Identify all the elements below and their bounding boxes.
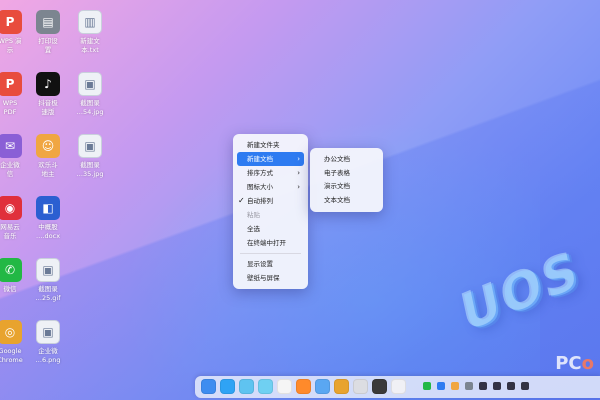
desktop-context-menu: 新建文件夹新建文档 › 排序方式 › 图标大小 › ✓ 自动排列粘贴全选在终端中打开 显示设置壁… xyxy=(233,134,308,289)
context-menu-item-label: 自动排列 xyxy=(247,197,273,205)
screenshot-image-1-icon: ▣ xyxy=(78,72,102,96)
checkmark-icon: ✓ xyxy=(238,196,245,205)
context-menu-item-label: 全选 xyxy=(247,225,260,233)
context-menu-item-label: 壁纸与屏保 xyxy=(247,274,280,282)
submenu-item-label: 办公文档 xyxy=(324,155,350,163)
browser-icon[interactable] xyxy=(220,379,235,394)
game-character-icon: ☺ xyxy=(36,134,60,158)
print-settings-icon: ▤ xyxy=(36,10,60,34)
screenshot-dock-icon[interactable] xyxy=(391,379,406,394)
photo-viewer-icon[interactable] xyxy=(239,379,254,394)
desktop-icon-screenshot-2[interactable]: ▣ 截图录 …35.jpg xyxy=(58,134,122,179)
tray-wifi-icon[interactable] xyxy=(479,382,487,390)
enterprise-wechat-image-icon: ▣ xyxy=(36,320,60,344)
context-menu-item-label: 新建文档 xyxy=(247,155,273,163)
desktop-icon-label: 中概股 ….docx xyxy=(35,223,61,240)
music-player-icon[interactable] xyxy=(258,379,273,394)
context-menu-item-label: 新建文件夹 xyxy=(247,141,280,149)
submenu-item[interactable]: 办公文档 xyxy=(314,153,379,167)
chevron-right-icon: › xyxy=(297,155,300,163)
control-center-icon[interactable] xyxy=(315,379,330,394)
submenu-item-label: 文本文档 xyxy=(324,195,350,204)
tray-gray-icon[interactable] xyxy=(465,382,473,390)
file-manager-icon[interactable] xyxy=(201,379,216,394)
desktop-icon-label: 截图录 …35.jpg xyxy=(76,161,104,178)
desktop-icon-label: 截图录 …25.gif xyxy=(35,285,61,302)
screenshot-image-2-icon: ▣ xyxy=(78,134,102,158)
context-menu-item-label: 显示设置 xyxy=(247,260,273,268)
context-menu-item[interactable]: 在终端中打开 xyxy=(237,236,304,250)
chevron-right-icon: › xyxy=(297,169,300,177)
desktop-icon-label: 新建文 本.txt xyxy=(80,37,100,54)
context-menu-item-label: 粘贴 xyxy=(247,211,260,219)
desktop-icon-screenshot-1[interactable]: ▣ 截图录 …54.jpg xyxy=(58,72,122,117)
context-menu-item[interactable]: 排序方式 › xyxy=(237,166,304,180)
context-menu-item[interactable]: 新建文件夹 xyxy=(237,138,304,152)
context-menu-item-label: 排序方式 xyxy=(247,169,273,177)
context-menu-item[interactable]: ✓ 自动排列 xyxy=(237,194,304,208)
tray-battery-icon[interactable] xyxy=(493,382,501,390)
submenu-item[interactable]: 文本文档 xyxy=(314,194,379,208)
new-document-submenu: 办公文档电子表格演示文档文本文档 xyxy=(310,148,383,212)
printer-dock-icon[interactable] xyxy=(353,379,368,394)
office-doc-icon: ◧ xyxy=(36,196,60,220)
chevron-right-icon: › xyxy=(297,183,300,191)
context-menu-item[interactable]: 显示设置 xyxy=(237,257,304,271)
taskbar-dock xyxy=(195,376,600,398)
context-menu-item-label: 在终端中打开 xyxy=(247,239,286,247)
new-text-file-icon: ▥ xyxy=(78,10,102,34)
tray-volume-icon[interactable] xyxy=(507,382,515,390)
submenu-item-label: 演示文档 xyxy=(324,182,350,190)
desktop-icon-new-text-file[interactable]: ▥ 新建文 本.txt xyxy=(58,10,122,55)
context-menu-item[interactable]: 壁纸与屏保 xyxy=(237,271,304,285)
context-menu-item-label: 图标大小 xyxy=(247,183,273,191)
desktop-icon-office-doc[interactable]: ◧ 中概股 ….docx xyxy=(16,196,80,241)
context-menu-item: 粘贴 xyxy=(237,208,304,222)
desktop-icon-enterprise-wechat-image[interactable]: ▣ 企业微 …6.png xyxy=(16,320,80,365)
context-menu-item[interactable]: 全选 xyxy=(237,222,304,236)
wallpaper-uos-logo: UOS xyxy=(455,238,584,344)
menu-separator xyxy=(240,253,301,254)
desktop-icon-screenshot-3[interactable]: ▣ 截图录 …25.gif xyxy=(16,258,80,303)
submenu-item-label: 电子表格 xyxy=(324,168,350,177)
tray-blue-icon[interactable] xyxy=(437,382,445,390)
watermark: PCo xyxy=(555,353,594,374)
context-menu-item[interactable]: 图标大小 › xyxy=(237,180,304,194)
submenu-item[interactable]: 电子表格 xyxy=(314,167,379,181)
tray-orange-icon[interactable] xyxy=(451,382,459,390)
screenshot-image-3-icon: ▣ xyxy=(36,258,60,282)
tiktok-icon: ♪ xyxy=(36,72,60,96)
chrome-dock-icon[interactable] xyxy=(334,379,349,394)
submenu-item[interactable]: 演示文档 xyxy=(314,180,379,194)
desktop-icon-label: 企业微 …6.png xyxy=(35,347,61,364)
app-store-icon[interactable] xyxy=(296,379,311,394)
calendar-icon[interactable] xyxy=(277,379,292,394)
desktop-icon-label: 截图录 …54.jpg xyxy=(76,99,104,116)
tray-power-icon[interactable] xyxy=(521,382,529,390)
dark-app-icon[interactable] xyxy=(372,379,387,394)
tray-green-icon[interactable] xyxy=(423,382,431,390)
context-menu-item[interactable]: 新建文档 › xyxy=(237,152,304,166)
